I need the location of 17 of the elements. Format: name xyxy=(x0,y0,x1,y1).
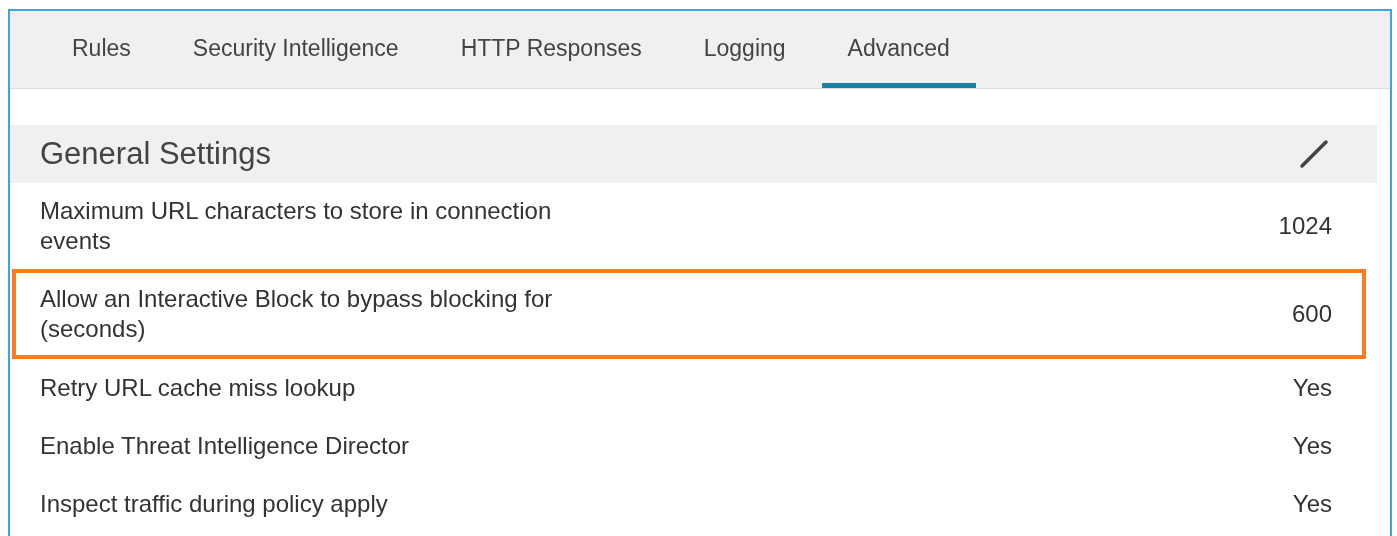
setting-label: Maximum URL characters to store in connection events xyxy=(40,196,553,256)
tab[interactable]: HTTP Responses xyxy=(434,11,668,88)
pencil-icon[interactable] xyxy=(1299,139,1329,169)
tab[interactable]: Rules xyxy=(46,11,157,88)
setting-value: Yes xyxy=(1292,490,1332,518)
section-title: General Settings xyxy=(40,136,271,172)
setting-value: 1024 xyxy=(1278,212,1332,240)
setting-value: Yes xyxy=(1292,374,1332,402)
setting-label: Allow an Interactive Block to bypass blocking for (seconds) xyxy=(40,284,554,344)
setting-label: Enable Threat Intelligence Director xyxy=(40,431,410,461)
setting-value: Yes xyxy=(1292,432,1332,460)
tab[interactable]: Security Intelligence xyxy=(166,11,425,88)
setting-label: Inspect traffic during policy apply xyxy=(40,489,388,519)
tab[interactable]: Logging xyxy=(677,11,812,88)
setting-label: Retry URL cache miss lookup xyxy=(40,373,356,403)
tab[interactable]: Advanced xyxy=(821,11,976,88)
setting-value: 600 xyxy=(1291,300,1332,328)
